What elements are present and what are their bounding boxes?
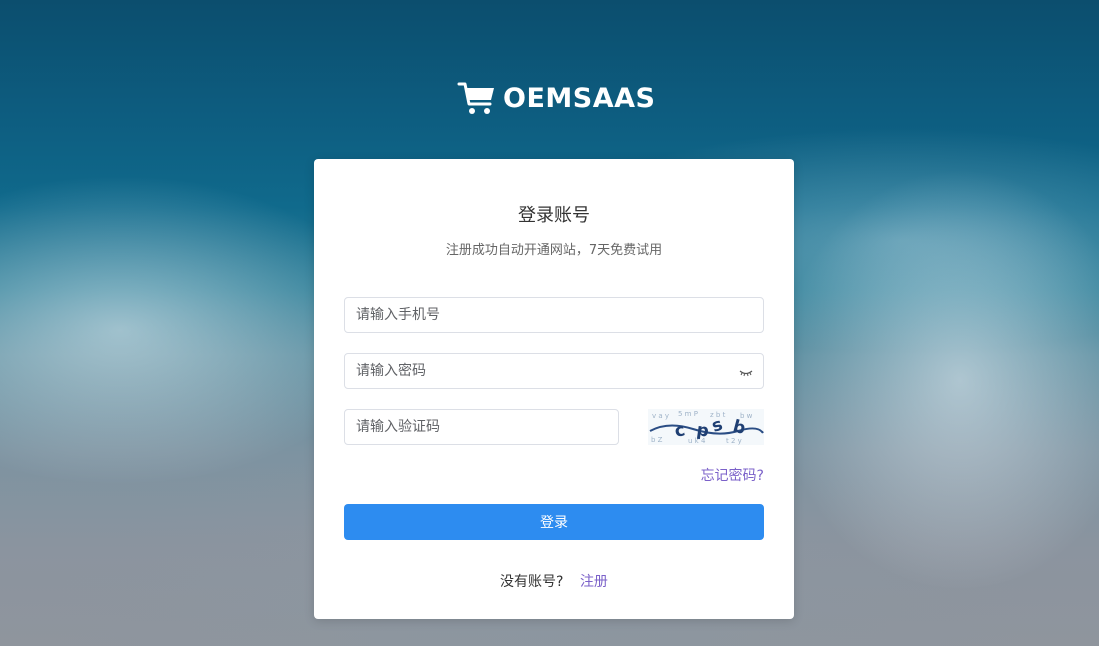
svg-text:t 2 y: t 2 y: [726, 437, 742, 445]
no-account-text: 没有账号?: [500, 574, 564, 590]
phone-input[interactable]: [345, 298, 763, 332]
forgot-password-link[interactable]: 忘记密码?: [701, 465, 764, 485]
login-button[interactable]: 登录: [344, 504, 764, 540]
captcha-field: [344, 409, 619, 445]
login-subtitle: 注册成功自动开通网站，7天免费试用: [445, 243, 663, 258]
password-input[interactable]: [345, 354, 763, 388]
brand-name: OEMSAAS: [503, 82, 656, 114]
register-prompt: 没有账号? 注册: [314, 571, 794, 591]
svg-text:b Z: b Z: [651, 436, 663, 444]
svg-text:5 m P: 5 m P: [678, 410, 698, 418]
brand-logo: OEMSAAS: [457, 78, 655, 118]
password-field: [344, 353, 764, 389]
register-link[interactable]: 注册: [580, 574, 608, 590]
eye-closed-icon[interactable]: [739, 365, 753, 379]
shopping-cart-icon: [457, 82, 494, 114]
captcha-image[interactable]: v a y 5 m P z b t b w b Z u k 4 t 2 y c …: [648, 409, 764, 445]
login-card: 登录账号 注册成功自动开通网站，7天免费试用 v a y 5 m P z b t…: [314, 159, 794, 619]
captcha-input[interactable]: [345, 410, 618, 444]
phone-field: [344, 297, 764, 333]
svg-text:v a y: v a y: [652, 412, 669, 420]
login-title: 登录账号: [518, 205, 590, 226]
